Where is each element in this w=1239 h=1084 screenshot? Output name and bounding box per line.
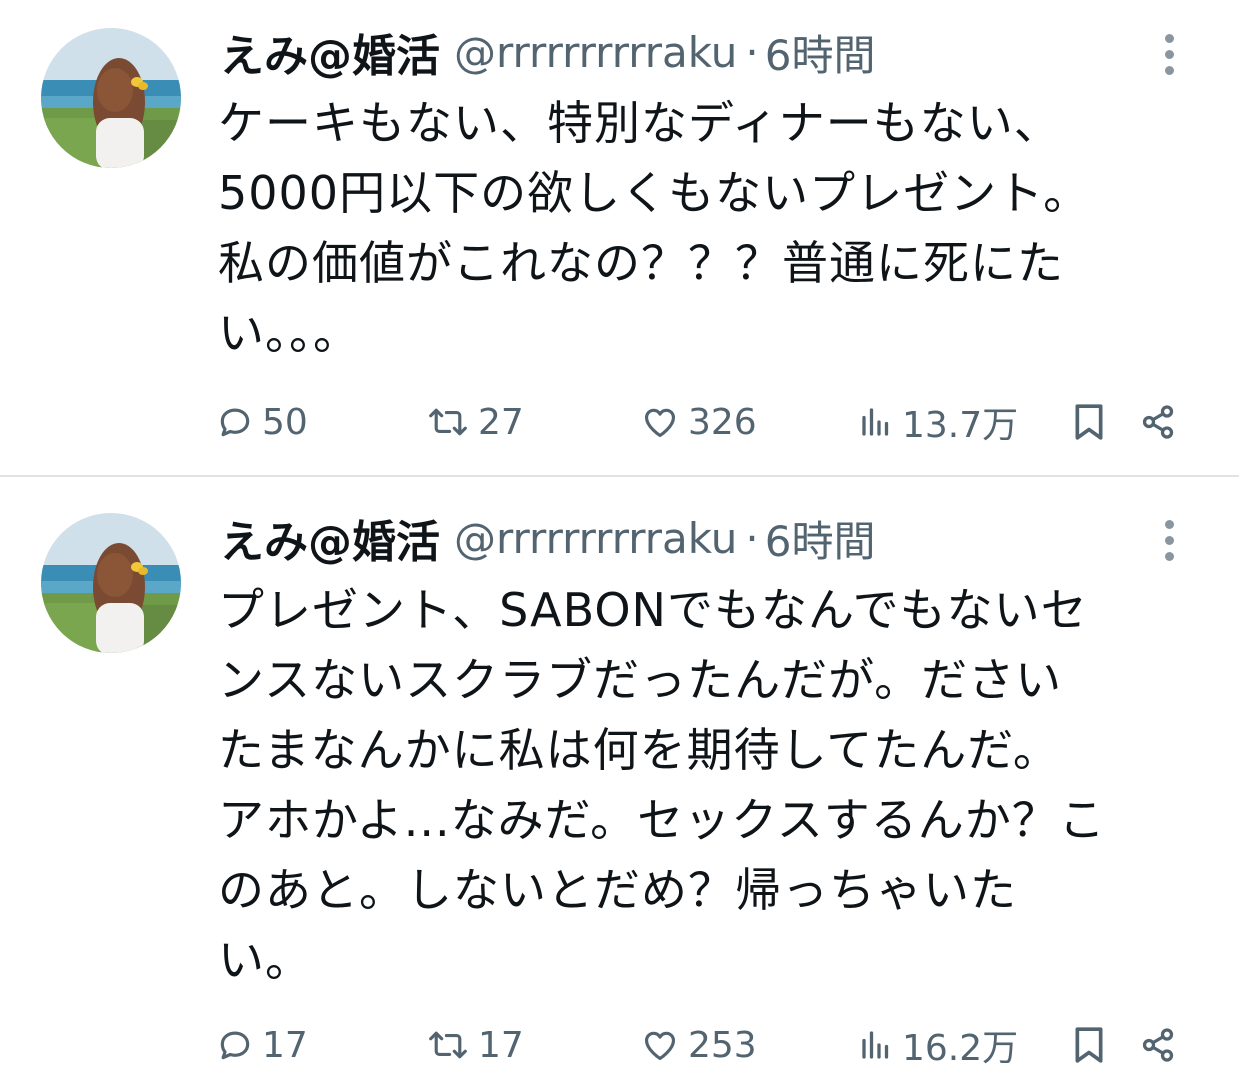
bookmark-icon xyxy=(1072,402,1106,442)
like-count: 253 xyxy=(688,1024,757,1066)
view-count: 13.7万 xyxy=(902,405,1019,446)
heart-icon xyxy=(640,403,680,441)
bookmark-icon xyxy=(1072,1025,1106,1065)
reply-icon xyxy=(216,1026,254,1064)
retweet-icon xyxy=(426,403,470,441)
separator-dot: · xyxy=(745,513,759,563)
tweet[interactable]: えみ@婚活 @rrrrrrrrrraku · 6時間 ケーキもない、特別なディナ… xyxy=(0,0,1239,476)
tweet-header: えみ@婚活 @rrrrrrrrrraku · 6時間 xyxy=(220,506,876,570)
like-button[interactable]: 326 xyxy=(640,392,757,452)
action-bar: 17 17 253 16.2万 xyxy=(0,1015,1239,1075)
views-icon xyxy=(858,1026,894,1064)
retweet-button[interactable]: 17 xyxy=(426,1015,524,1075)
like-button[interactable]: 253 xyxy=(640,1015,757,1075)
handle[interactable]: @rrrrrrrrrraku xyxy=(454,514,737,563)
timestamp[interactable]: 6時間 xyxy=(765,22,876,83)
views-button[interactable]: 16.2万 xyxy=(858,1015,1018,1075)
action-bar: 50 27 326 13.7万 xyxy=(0,392,1239,452)
separator-dot: · xyxy=(745,27,759,77)
views-icon xyxy=(858,403,894,441)
reply-button[interactable]: 50 xyxy=(216,392,308,452)
view-count: 16.2万 xyxy=(902,1028,1019,1069)
tweet-text: プレゼント、SABONでもなんでもないセ ンスないスクラブだったんだが。ださい … xyxy=(218,583,1106,987)
tweet-header: えみ@婚活 @rrrrrrrrrraku · 6時間 xyxy=(220,20,876,84)
like-count: 326 xyxy=(688,401,757,443)
avatar[interactable] xyxy=(41,513,181,653)
share-icon xyxy=(1140,1026,1176,1064)
retweet-count: 27 xyxy=(478,401,524,443)
divider xyxy=(0,475,1239,477)
bookmark-button[interactable] xyxy=(1072,392,1106,452)
retweet-button[interactable]: 27 xyxy=(426,392,524,452)
reply-count: 17 xyxy=(262,1024,308,1066)
more-vertical-icon[interactable] xyxy=(1154,24,1184,84)
reply-icon xyxy=(216,403,254,441)
heart-icon xyxy=(640,1026,680,1064)
bookmark-button[interactable] xyxy=(1072,1015,1106,1075)
reply-count: 50 xyxy=(262,401,308,443)
timestamp[interactable]: 6時間 xyxy=(765,508,876,569)
retweet-icon xyxy=(426,1026,470,1064)
views-button[interactable]: 13.7万 xyxy=(858,392,1018,452)
handle[interactable]: @rrrrrrrrrraku xyxy=(454,28,737,77)
tweet-text: ケーキもない、特別なディナーもない、 5000円以下の欲しくもないプレゼント。 … xyxy=(218,96,1091,360)
avatar[interactable] xyxy=(41,28,181,168)
tweet[interactable]: えみ@婚活 @rrrrrrrrrraku · 6時間 プレゼント、SABONでも… xyxy=(0,478,1239,1084)
reply-button[interactable]: 17 xyxy=(216,1015,308,1075)
share-icon xyxy=(1140,403,1176,441)
display-name[interactable]: えみ@婚活 xyxy=(220,20,440,84)
share-button[interactable] xyxy=(1140,392,1176,452)
share-button[interactable] xyxy=(1140,1015,1176,1075)
display-name[interactable]: えみ@婚活 xyxy=(220,506,440,570)
more-vertical-icon[interactable] xyxy=(1154,510,1184,570)
retweet-count: 17 xyxy=(478,1024,524,1066)
